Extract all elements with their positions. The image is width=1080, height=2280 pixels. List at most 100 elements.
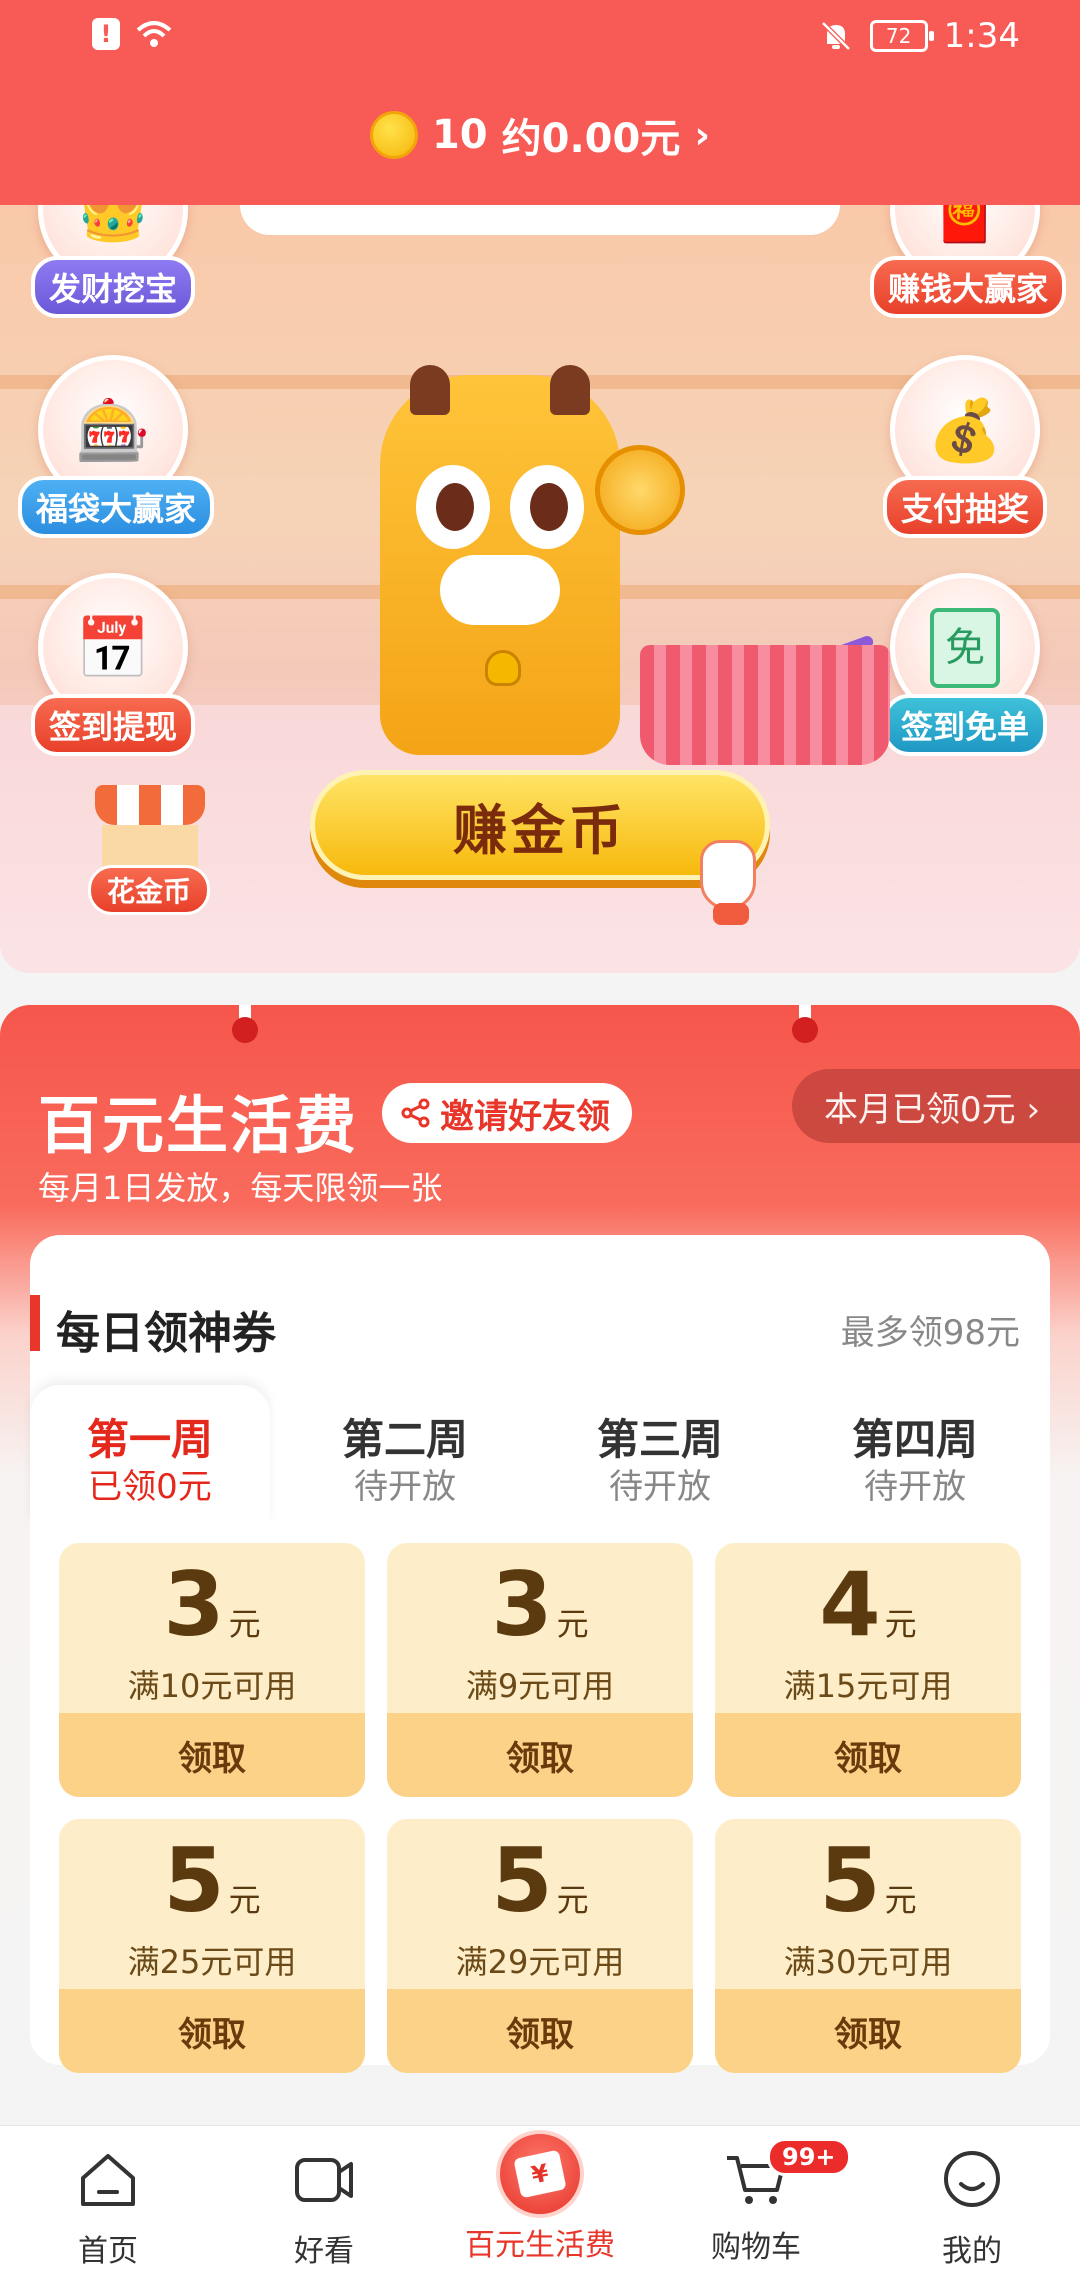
coupon-card: 4元 满15元可用 领取 xyxy=(715,1543,1021,1797)
coupon-condition: 满10元可用 xyxy=(127,1667,297,1705)
free-glyph: 免 xyxy=(930,608,1000,688)
tab-week-2[interactable]: 第二周 待开放 xyxy=(285,1385,525,1525)
nav-item-profile[interactable]: 我的 xyxy=(864,2126,1080,2280)
coupon-unit: 元 xyxy=(228,1605,261,1643)
week-name: 第三周 xyxy=(596,1415,723,1464)
coupon-amount: 4 xyxy=(819,1553,881,1656)
daily-coupon-card: 每日领神券 最多领98元 第一周 已领0元 第二周 待开放 第三周 待开放 第四… xyxy=(30,1235,1050,2073)
week-name: 第二周 xyxy=(341,1415,468,1464)
nav-item-watch[interactable]: 好看 xyxy=(216,2126,432,2280)
feature-dig-treasure[interactable]: 👑 发财挖宝 xyxy=(18,205,208,318)
week-status: 已领0元 xyxy=(88,1467,212,1507)
claim-button[interactable]: 领取 xyxy=(715,1713,1021,1797)
section-subtitle: 每月1日发放，每天限领一张 xyxy=(38,1169,443,1207)
claim-button[interactable]: 领取 xyxy=(59,1989,365,2073)
tab-week-4[interactable]: 第四周 待开放 xyxy=(795,1385,1035,1525)
shop-icon[interactable] xyxy=(95,785,205,875)
nav-label: 首页 xyxy=(78,2234,138,2269)
feature-checkin-withdraw[interactable]: 📅 签到提现 xyxy=(18,573,208,756)
coin-balance[interactable]: 10 约0.00元 › xyxy=(0,106,1080,164)
pin-icon xyxy=(232,1005,258,1043)
cart-badge: 99+ xyxy=(767,2138,851,2176)
coupon-unit: 元 xyxy=(556,1605,589,1643)
clock: 1:34 xyxy=(943,16,1020,56)
coupon-unit: 元 xyxy=(884,1881,917,1919)
nav-item-living-allowance[interactable]: ¥ 百元生活费 xyxy=(432,2126,648,2280)
coupon-amount: 3 xyxy=(163,1553,225,1656)
coupon-card: 3元 满9元可用 领取 xyxy=(387,1543,693,1797)
coin-count: 10 xyxy=(431,112,488,158)
living-allowance-section: 百元生活费 邀请好友领 本月已领0元 › 每月1日发放，每天限领一张 每日领神券… xyxy=(0,1005,1080,2120)
nav-label: 我的 xyxy=(942,2234,1002,2269)
week-status: 待开放 xyxy=(864,1467,966,1507)
week-status: 待开放 xyxy=(609,1467,711,1507)
home-icon xyxy=(81,2154,135,2206)
header: ! 72 1:34 10 约0.00元 › xyxy=(0,0,1080,205)
bell-off-icon xyxy=(820,21,851,51)
coupon-condition: 满29元可用 xyxy=(455,1943,625,1981)
bottom-nav: 首页 好看 ¥ 百元生活费 99+ 购物车 我的 xyxy=(0,2125,1080,2280)
coupon-condition: 满25元可用 xyxy=(127,1943,297,1981)
spend-coins-label[interactable]: 花金币 xyxy=(88,865,211,915)
share-icon xyxy=(401,1098,430,1128)
coupon-condition: 满9元可用 xyxy=(465,1667,615,1705)
section-title: 百元生活费 xyxy=(38,1089,359,1162)
alert-icon: ! xyxy=(92,18,120,50)
nav-label: 百元生活费 xyxy=(465,2228,615,2263)
coupon-card: 5元 满29元可用 领取 xyxy=(387,1819,693,2073)
claim-button[interactable]: 领取 xyxy=(715,1989,1021,2073)
feature-label: 发财挖宝 xyxy=(30,256,195,318)
hero-banner: 👑 发财挖宝 🎰 福袋大赢家 📅 签到提现 🧧 赚钱大赢家 💰 支付抽奖 免 签… xyxy=(0,205,1080,973)
feature-checkin-free-order[interactable]: 免 签到免单 xyxy=(870,573,1060,756)
coupon-condition: 满15元可用 xyxy=(783,1667,953,1705)
coupon-section-title: 每日领神券 xyxy=(56,1308,276,1359)
feature-label: 赚钱大赢家 xyxy=(870,256,1067,318)
nav-item-home[interactable]: 首页 xyxy=(0,2126,216,2280)
status-bar: ! 72 1:34 xyxy=(0,0,1080,72)
hand-pointer-icon xyxy=(700,840,756,925)
shopping-basket-icon xyxy=(640,645,890,765)
battery-icon: 72 xyxy=(869,20,934,52)
wifi-icon xyxy=(136,21,172,47)
chevron-right-icon: › xyxy=(694,113,711,157)
claim-button[interactable]: 领取 xyxy=(387,1713,693,1797)
tab-week-3[interactable]: 第三周 待开放 xyxy=(540,1385,780,1525)
video-icon xyxy=(295,2158,353,2202)
week-name: 第一周 xyxy=(86,1415,213,1464)
pin-icon xyxy=(792,1005,818,1043)
coupon-amount: 5 xyxy=(491,1829,553,1932)
week-tabs: 第一周 已领0元 第二周 待开放 第三周 待开放 第四周 待开放 xyxy=(30,1385,1050,1525)
feature-payment-lottery[interactable]: 💰 支付抽奖 xyxy=(870,355,1060,538)
coupon-card: 5元 满30元可用 领取 xyxy=(715,1819,1021,2073)
month-received-button[interactable]: 本月已领0元 › xyxy=(792,1069,1080,1143)
coupon-condition: 满30元可用 xyxy=(783,1943,953,1981)
invite-label: 邀请好友领 xyxy=(440,1096,610,1137)
feature-label: 签到免单 xyxy=(882,694,1047,756)
claim-button[interactable]: 领取 xyxy=(59,1713,365,1797)
bell-icon xyxy=(485,650,521,686)
coin-icon xyxy=(595,445,685,535)
week-status: 待开放 xyxy=(354,1467,456,1507)
tab-week-1[interactable]: 第一周 已领0元 xyxy=(30,1385,270,1525)
coin-icon xyxy=(369,111,418,159)
week-name: 第四周 xyxy=(851,1415,978,1464)
max-amount-text: 最多领98元 xyxy=(840,1313,1020,1353)
feature-earn-money-winner[interactable]: 🧧 赚钱大赢家 xyxy=(870,205,1067,318)
nav-label: 购物车 xyxy=(711,2230,801,2265)
claim-button[interactable]: 领取 xyxy=(387,1989,693,2073)
profile-icon xyxy=(944,2151,1000,2207)
coupon-unit: 元 xyxy=(884,1605,917,1643)
feature-label: 签到提现 xyxy=(30,694,195,756)
coin-value: 约0.00元 xyxy=(501,116,681,162)
hero-top-card xyxy=(240,205,840,235)
coupon-card: 3元 满10元可用 领取 xyxy=(59,1543,365,1797)
living-allowance-icon: ¥ xyxy=(496,2130,584,2218)
feature-lucky-bag-winner[interactable]: 🎰 福袋大赢家 xyxy=(18,355,215,538)
nav-item-cart[interactable]: 99+ 购物车 xyxy=(648,2126,864,2280)
coupon-unit: 元 xyxy=(556,1881,589,1919)
nav-label: 好看 xyxy=(294,2234,354,2269)
invite-friends-button[interactable]: 邀请好友领 xyxy=(382,1083,632,1143)
coupon-unit: 元 xyxy=(228,1881,261,1919)
coupon-amount: 5 xyxy=(819,1829,881,1932)
title-accent-bar xyxy=(30,1295,40,1351)
